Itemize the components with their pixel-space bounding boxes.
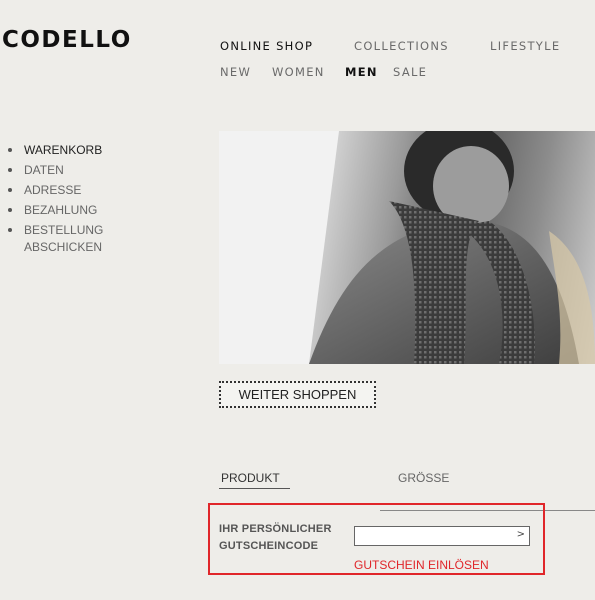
nav-lifestyle[interactable]: LIFESTYLE — [490, 39, 560, 53]
page: CODELLO ONLINE SHOP COLLECTIONS LIFESTYL… — [0, 0, 595, 600]
continue-shopping-button[interactable]: WEITER SHOPPEN — [219, 381, 376, 408]
checkout-steps: WARENKORB DATEN ADRESSE BEZAHLUNG BESTEL… — [8, 140, 103, 254]
hero-image — [219, 131, 595, 364]
product-header-underline — [219, 488, 290, 489]
step-bestellung-line2: ABSCHICKEN — [24, 240, 103, 254]
nav-women[interactable]: WOMEN — [272, 65, 325, 79]
voucher-submit-arrow-icon[interactable]: > — [517, 529, 525, 540]
voucher-label-line2: GUTSCHEINCODE — [219, 540, 319, 552]
nav-collections[interactable]: COLLECTIONS — [354, 39, 449, 53]
step-bestellung-line1: BESTELLUNG — [24, 223, 104, 237]
voucher-label: IHR PERSÖNLICHER GUTSCHEINCODE — [219, 521, 332, 555]
redeem-voucher-link[interactable]: GUTSCHEIN EINLÖSEN — [354, 558, 489, 572]
nav-new[interactable]: NEW — [220, 65, 251, 79]
step-warenkorb[interactable]: WARENKORB — [8, 140, 103, 160]
voucher-code-field-wrapper: > — [354, 526, 530, 546]
step-daten: DATEN — [8, 160, 103, 180]
hero-photo-illustration — [219, 131, 595, 364]
step-bestellung-abschicken: BESTELLUNG ABSCHICKEN — [8, 220, 103, 254]
nav-men[interactable]: MEN — [345, 65, 378, 79]
step-adresse: ADRESSE — [8, 180, 103, 200]
voucher-label-line1: IHR PERSÖNLICHER — [219, 523, 332, 535]
voucher-code-input[interactable] — [355, 528, 511, 546]
step-bezahlung: BEZAHLUNG — [8, 200, 103, 220]
nav-sale[interactable]: SALE — [393, 65, 427, 79]
nav-online-shop[interactable]: ONLINE SHOP — [220, 39, 313, 53]
column-header-size: GRÖSSE — [398, 471, 450, 485]
brand-logo[interactable]: CODELLO — [2, 27, 132, 53]
column-header-product: PRODUKT — [221, 471, 280, 485]
